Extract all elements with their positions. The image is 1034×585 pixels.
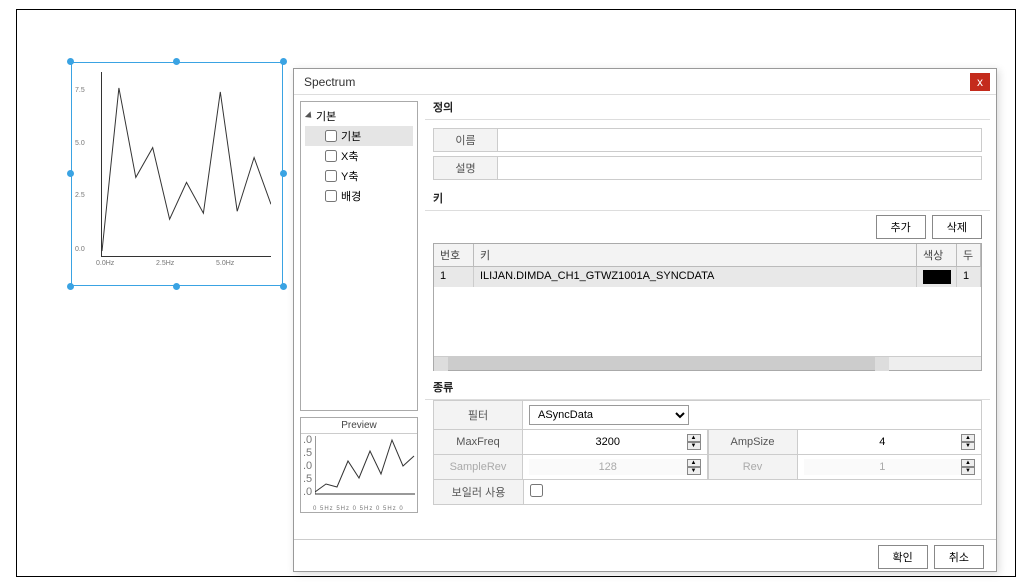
add-button[interactable]: 추가 [876, 215, 926, 239]
dialog-titlebar[interactable]: Spectrum x [294, 69, 996, 95]
x-tick: 2.5Hz [156, 260, 174, 267]
close-button[interactable]: x [970, 73, 990, 91]
section-definition: 정의 [425, 95, 990, 120]
tree-item-basic[interactable]: 기본 [305, 126, 413, 146]
col-header-key[interactable]: 키 [474, 244, 917, 266]
ampsize-input[interactable] [804, 434, 962, 450]
section-key: 키 [425, 186, 990, 211]
spinner-up-icon[interactable]: ▲ [687, 434, 701, 442]
y-tick: 2.5 [75, 192, 85, 199]
spinner-down-icon[interactable]: ▼ [687, 442, 701, 450]
maxfreq-label: MaxFreq [433, 430, 523, 455]
rev-input [804, 459, 962, 475]
name-input[interactable] [498, 129, 981, 151]
col-header-color[interactable]: 색상 [917, 244, 957, 266]
spinner-down-icon: ▼ [687, 467, 701, 475]
tree-checkbox[interactable] [325, 130, 337, 142]
col-header-no[interactable]: 번호 [434, 244, 474, 266]
preview-title: Preview [301, 418, 417, 434]
spinner-up-icon: ▲ [961, 459, 975, 467]
delete-button[interactable]: 삭제 [932, 215, 982, 239]
spinner-up-icon: ▲ [687, 459, 701, 467]
key-table[interactable]: 번호 키 색상 두 1 ILIJAN.DIMDA_CH1_GTWZ1001A_S… [433, 243, 982, 371]
y-tick: 0.0 [75, 246, 85, 253]
boiler-checkbox[interactable] [530, 484, 543, 497]
y-tick: 7.5 [75, 87, 85, 94]
samplerev-input [529, 459, 687, 475]
desc-input[interactable] [498, 157, 981, 179]
desc-label: 설명 [434, 157, 498, 179]
boiler-label: 보일러 사용 [434, 480, 524, 504]
cancel-button[interactable]: 취소 [934, 545, 984, 569]
maxfreq-input[interactable] [529, 434, 687, 450]
rev-label: Rev [708, 455, 798, 480]
spectrum-dialog: Spectrum x 기본 기본 X축 [293, 68, 997, 572]
tree-checkbox[interactable] [325, 170, 337, 182]
ampsize-label: AmpSize [708, 430, 798, 455]
filter-select[interactable]: ASyncData [529, 405, 689, 425]
filter-label: 필터 [433, 401, 523, 430]
spinner-down-icon: ▼ [961, 467, 975, 475]
tree-item-xaxis[interactable]: X축 [305, 146, 413, 166]
col-header-thickness[interactable]: 두 [957, 244, 981, 266]
table-row[interactable]: 1 ILIJAN.DIMDA_CH1_GTWZ1001A_SYNCDATA 1 [434, 267, 981, 287]
preview-panel: Preview .0 .5 .0 .5 .0 [300, 417, 418, 513]
tree-item-background[interactable]: 배경 [305, 186, 413, 206]
ok-button[interactable]: 확인 [878, 545, 928, 569]
samplerev-label: SampleRev [433, 455, 523, 480]
x-tick: 0.0Hz [96, 260, 114, 267]
spinner-down-icon[interactable]: ▼ [961, 442, 975, 450]
tree-root[interactable]: 기본 [305, 106, 413, 126]
chevron-down-icon [305, 111, 314, 120]
property-tree[interactable]: 기본 기본 X축 Y축 [300, 101, 418, 411]
tree-item-yaxis[interactable]: Y축 [305, 166, 413, 186]
tree-checkbox[interactable] [325, 150, 337, 162]
dialog-title: Spectrum [304, 75, 970, 89]
section-type: 종류 [425, 375, 990, 400]
canvas-frame: 7.5 5.0 2.5 0.0 0.0Hz 2.5Hz 5.0Hz Spectr… [16, 9, 1016, 577]
color-swatch[interactable] [923, 270, 951, 284]
name-label: 이름 [434, 129, 498, 151]
tree-checkbox[interactable] [325, 190, 337, 202]
horizontal-scrollbar[interactable] [434, 356, 981, 370]
spinner-up-icon[interactable]: ▲ [961, 434, 975, 442]
y-tick: 5.0 [75, 140, 85, 147]
canvas-chart-object[interactable]: 7.5 5.0 2.5 0.0 0.0Hz 2.5Hz 5.0Hz [71, 62, 283, 286]
tree-root-label: 기본 [316, 108, 336, 124]
x-tick: 5.0Hz [216, 260, 234, 267]
